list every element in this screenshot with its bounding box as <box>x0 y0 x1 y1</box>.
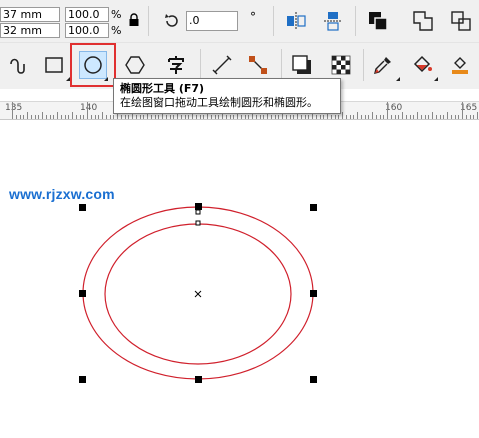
text-tool-button[interactable] <box>162 51 190 79</box>
drawing-canvas[interactable] <box>0 118 479 438</box>
flyout-arrow-icon <box>434 77 438 81</box>
eyedropper-icon <box>374 57 391 74</box>
polygon-tool-button[interactable] <box>121 51 149 79</box>
freehand-curve-icon <box>10 58 25 74</box>
selection-handle-bottom-left[interactable] <box>79 376 86 383</box>
ruler-tick <box>87 102 88 119</box>
tool-tooltip: 椭圆形工具 (F7) 在绘图窗口拖动工具绘制圆形和椭圆形。 <box>113 78 341 114</box>
hexagon-icon <box>125 56 145 74</box>
object-height-field[interactable]: 32 mm <box>0 23 60 38</box>
separator <box>355 6 356 36</box>
separator <box>148 6 149 36</box>
selection-handle-top-right[interactable] <box>310 204 317 211</box>
smart-fill-icon <box>452 57 468 74</box>
ruler-label: 140 <box>80 103 98 113</box>
dimension-tool-button[interactable] <box>208 51 236 79</box>
object-width-field[interactable]: 37 mm <box>0 7 60 22</box>
selection-handle-right[interactable] <box>310 290 317 297</box>
ellipse-icon <box>84 56 102 74</box>
degree-symbol: ° <box>250 10 256 24</box>
fill-bucket-icon <box>413 55 432 73</box>
drop-shadow-tool-button[interactable] <box>288 51 316 79</box>
selection-handle-top[interactable] <box>195 203 202 210</box>
flyout-arrow-icon <box>104 77 108 81</box>
node-point[interactable] <box>195 209 201 215</box>
connector-icon <box>249 56 267 74</box>
scale-y-field[interactable]: 100.0 <box>65 23 109 38</box>
dimension-icon <box>212 55 232 75</box>
rotation-angle-field[interactable]: .0 <box>186 11 238 31</box>
rectangle-icon <box>45 57 63 73</box>
mirror-vertical-icon[interactable] <box>322 10 344 32</box>
drop-shadow-icon <box>292 55 311 74</box>
property-bar: 37 mm 32 mm 100.0 100.0 % % .0 ° <box>0 0 479 42</box>
ellipse-tool-button[interactable] <box>79 51 107 79</box>
eyedropper-tool-button[interactable] <box>369 51 397 79</box>
text-tool-icon <box>168 56 184 74</box>
lock-ratio-icon[interactable] <box>128 13 140 27</box>
interactive-fill-tool-button[interactable] <box>408 51 436 79</box>
selection-handle-left[interactable] <box>79 290 86 297</box>
rectangle-tool-button[interactable] <box>40 51 68 79</box>
transparency-checker-icon <box>331 55 351 75</box>
ruler-tick <box>12 102 13 119</box>
tooltip-description: 在绘图窗口拖动工具绘制圆形和椭圆形。 <box>120 96 318 109</box>
rotation-icon <box>165 14 178 27</box>
ruler-label: 135 <box>5 103 23 113</box>
separator <box>363 49 364 81</box>
ruler-tick <box>462 102 463 119</box>
scale-x-unit: % <box>111 8 122 21</box>
separator <box>273 6 274 36</box>
mirror-horizontal-icon[interactable] <box>285 10 307 32</box>
tooltip-title: 椭圆形工具 (F7) <box>120 82 205 95</box>
smart-fill-tool-button[interactable] <box>446 51 474 79</box>
ruler-tick <box>387 102 388 119</box>
transparency-tool-button[interactable] <box>327 51 355 79</box>
scale-x-field[interactable]: 100.0 <box>65 7 109 22</box>
scale-y-unit: % <box>111 24 122 37</box>
connector-tool-button[interactable] <box>244 51 272 79</box>
flyout-arrow-icon <box>396 77 400 81</box>
trim-icon[interactable] <box>450 10 472 32</box>
freehand-tool-button[interactable] <box>4 51 32 79</box>
weld-icon[interactable] <box>412 10 434 32</box>
separator <box>200 49 201 81</box>
outer-ellipse[interactable] <box>82 206 314 380</box>
selection-handle-top-left[interactable] <box>79 204 86 211</box>
selection-handle-bottom[interactable] <box>195 376 202 383</box>
separator <box>281 49 282 81</box>
selection-handle-bottom-right[interactable] <box>310 376 317 383</box>
combine-icon[interactable] <box>367 10 389 32</box>
node-point[interactable] <box>195 220 201 226</box>
